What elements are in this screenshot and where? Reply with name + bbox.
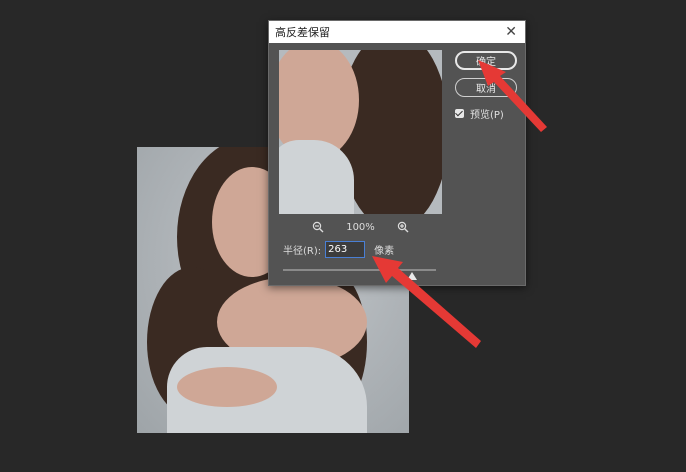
zoom-out-icon[interactable] [312, 221, 324, 233]
radius-unit: 像素 [374, 246, 395, 257]
radius-slider-track[interactable] [283, 269, 436, 271]
high-pass-dialog: 高反差保留 ✕ 确定 取消 预览(P) 100% 半径(R): 像素 [268, 20, 526, 286]
preview-label: 预览(P) [470, 110, 504, 121]
dialog-titlebar[interactable]: 高反差保留 ✕ [269, 21, 525, 43]
close-icon[interactable]: ✕ [505, 25, 517, 39]
zoom-level: 100% [346, 221, 375, 233]
radius-label: 半径(R): [283, 246, 322, 257]
zoom-controls: 100% [279, 220, 442, 234]
preview-checkbox[interactable] [455, 109, 464, 118]
ok-button[interactable]: 确定 [455, 51, 517, 70]
radius-input[interactable] [325, 241, 366, 258]
cancel-button[interactable]: 取消 [455, 78, 517, 97]
radius-row: 半径(R): 像素 [283, 241, 394, 258]
filter-preview[interactable] [279, 50, 442, 214]
radius-slider-thumb[interactable] [407, 272, 417, 280]
dialog-title: 高反差保留 [275, 26, 330, 39]
zoom-in-icon[interactable] [397, 221, 409, 233]
preview-checkbox-row[interactable]: 预览(P) [455, 106, 504, 121]
